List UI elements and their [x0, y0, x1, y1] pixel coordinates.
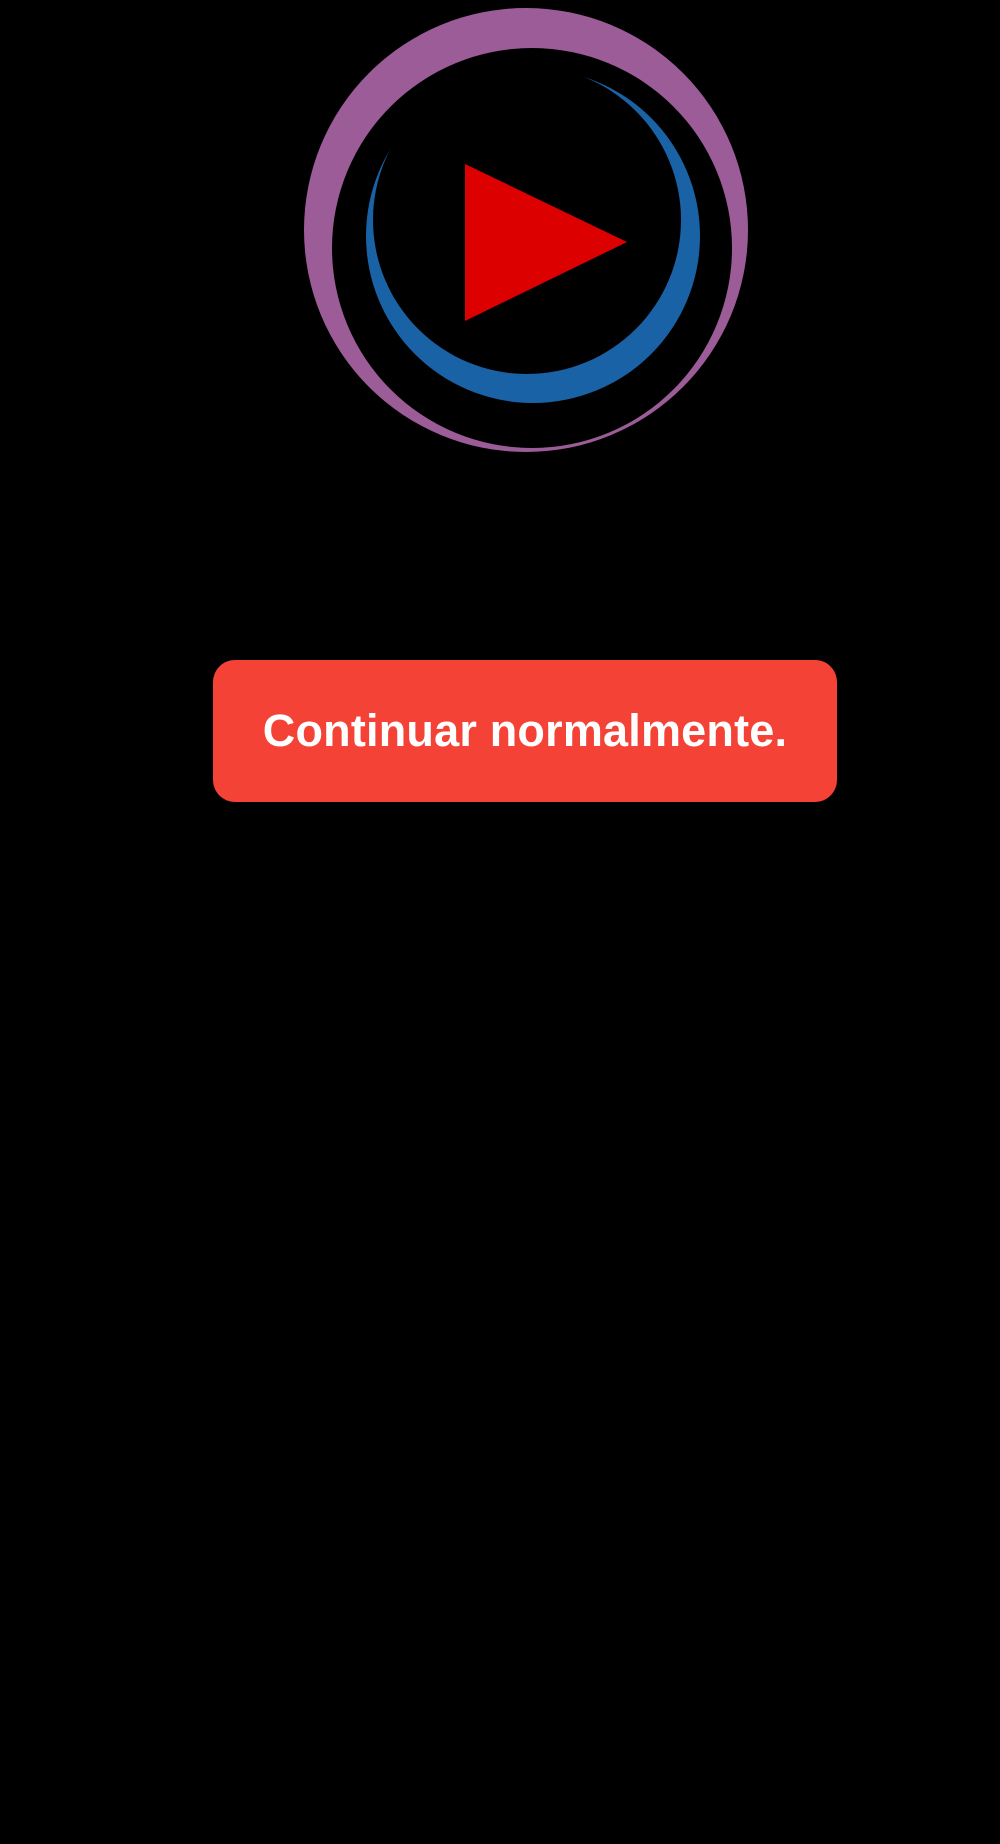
play-button-logo-icon [304, 8, 748, 452]
app-logo [296, 8, 756, 458]
continue-normally-button[interactable]: Continuar normalmente. [213, 660, 837, 802]
continue-normally-label: Continuar normalmente. [262, 705, 788, 756]
